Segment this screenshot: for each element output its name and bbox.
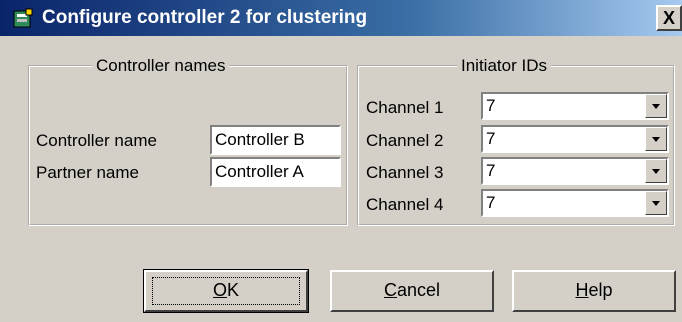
channel-1-dropdown-button[interactable] — [645, 94, 667, 118]
channel-3-label: Channel 3 — [366, 163, 444, 182]
close-button[interactable]: X — [656, 5, 682, 31]
chevron-down-icon — [652, 201, 660, 206]
channel-2-label: Channel 2 — [366, 131, 444, 150]
controller-icon — [13, 8, 33, 28]
controller-name-field[interactable]: Controller B — [210, 125, 341, 155]
chevron-down-icon — [652, 137, 660, 142]
channel-1-select[interactable]: 7 — [481, 92, 669, 120]
help-label-rest: elp — [588, 280, 613, 300]
ok-mnemonic: O — [212, 280, 227, 300]
channel-2-value: 7 — [486, 129, 496, 148]
ok-button-label: OK — [213, 280, 239, 300]
configure-controller-dialog: Configure controller 2 for clustering X … — [0, 0, 682, 322]
close-icon: X — [662, 8, 675, 28]
controller-names-legend: Controller names — [96, 56, 226, 75]
cancel-mnemonic: C — [383, 280, 397, 300]
channel-4-select[interactable]: 7 — [481, 189, 669, 217]
channel-2-dropdown-button[interactable] — [645, 127, 667, 151]
cancel-button[interactable]: Cancel — [330, 270, 494, 312]
help-button-label: Help — [575, 280, 612, 300]
ok-label-rest: K — [227, 280, 240, 300]
channel-4-label: Channel 4 — [366, 195, 444, 214]
channel-2-select[interactable]: 7 — [481, 125, 669, 153]
chevron-down-icon — [652, 169, 660, 174]
channel-3-select[interactable]: 7 — [481, 157, 669, 185]
controller-name-label: Controller name — [36, 131, 157, 150]
partner-name-label: Partner name — [36, 163, 139, 182]
channel-1-value: 7 — [486, 96, 496, 115]
chevron-down-icon — [652, 104, 660, 109]
partner-name-field[interactable]: Controller A — [210, 157, 341, 187]
help-mnemonic: H — [575, 280, 589, 300]
channel-1-label: Channel 1 — [366, 98, 444, 117]
cancel-button-label: Cancel — [384, 280, 440, 300]
initiator-ids-legend: Initiator IDs — [461, 56, 547, 75]
window-title: Configure controller 2 for clustering — [42, 7, 368, 28]
ok-button[interactable]: OK — [143, 269, 309, 313]
channel-3-dropdown-button[interactable] — [645, 159, 667, 183]
help-button[interactable]: Help — [512, 270, 676, 312]
channel-4-value: 7 — [486, 193, 496, 212]
channel-3-value: 7 — [486, 161, 496, 180]
channel-4-dropdown-button[interactable] — [645, 191, 667, 215]
title-bar[interactable]: Configure controller 2 for clustering X — [0, 0, 682, 36]
cancel-label-rest: ancel — [396, 280, 441, 300]
